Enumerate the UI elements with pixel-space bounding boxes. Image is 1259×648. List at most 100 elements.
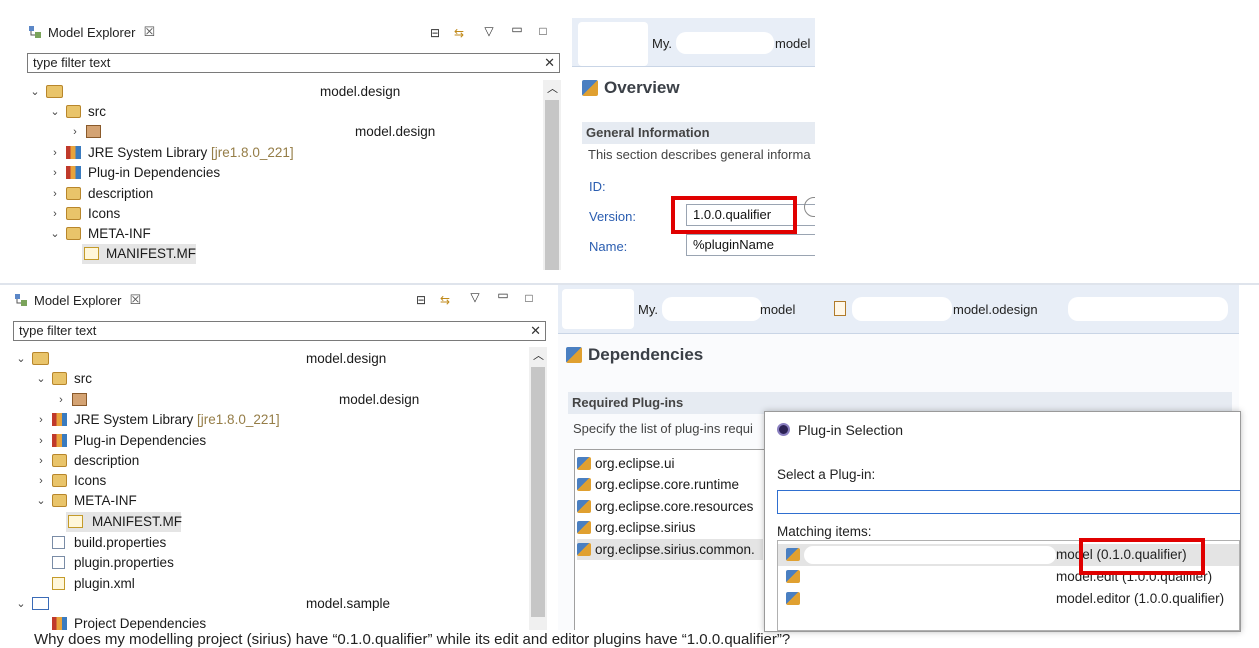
redacted-region [676,32,774,54]
section-description: This section describes general informa [588,147,811,162]
section-description: Specify the list of plug-ins requi [573,421,753,436]
chevron-down-icon[interactable]: ⌄ [30,82,40,102]
list-item-label: org.eclipse.sirius.common. [595,542,755,557]
minimize-icon[interactable]: ▭ [510,22,524,36]
link-with-editor-icon[interactable]: ⇆ [452,26,466,40]
manifest-file-icon [84,247,99,260]
list-item[interactable]: org.eclipse.ui [577,453,675,474]
chevron-right-icon[interactable]: › [36,471,46,491]
tree-item-package[interactable]: › model.design [56,390,456,410]
tree-item-sample-project[interactable]: ⌄ model.sample [16,594,516,614]
redacted-region [70,84,320,100]
scrollbar-thumb[interactable] [545,100,559,270]
tab-label: My. [652,36,672,51]
chevron-down-icon[interactable]: ⌄ [16,594,26,614]
chevron-right-icon[interactable]: › [36,431,46,451]
plugin-search-input[interactable] [777,490,1240,514]
list-item[interactable]: org.eclipse.sirius.common. [577,539,763,560]
tree-item-project[interactable]: ⌄ model.design [30,82,530,102]
view-title[interactable]: Model Explorer ☒ [28,24,155,40]
tab-label-suffix: model [775,36,811,51]
chevron-right-icon[interactable]: › [50,163,60,183]
required-plugins-list[interactable]: org.eclipse.ui org.eclipse.core.runtime … [574,449,766,630]
library-icon [52,617,67,630]
vertical-scrollbar[interactable]: ︿ [529,347,547,630]
tree-item-text: JRE System Library [jre1.8.0_221] [88,143,294,163]
chevron-down-icon[interactable]: ⌄ [16,349,26,369]
chevron-right-icon[interactable]: › [36,410,46,430]
tree-item-project[interactable]: ⌄ model.design [16,349,516,369]
tree-item-label: META-INF [74,493,137,508]
chevron-right-icon[interactable]: › [70,122,80,142]
plugin-xml-icon [52,577,65,590]
scrollbar-thumb[interactable] [531,367,545,617]
editor-tab[interactable]: My. model [572,22,815,66]
folder-icon [52,454,67,467]
filter-input[interactable]: type filter text ✕ [13,321,546,341]
list-item[interactable]: org.eclipse.sirius [577,517,696,538]
filter-input[interactable]: type filter text ✕ [27,53,560,73]
close-icon[interactable]: ☒ [143,24,155,40]
redacted-region [562,289,634,329]
chevron-right-icon[interactable]: › [50,143,60,163]
tree-item-label: META-INF [88,226,151,241]
section-title: General Information [582,122,815,144]
view-menu-icon[interactable]: ▽ [468,290,482,304]
clear-filter-icon[interactable]: ✕ [544,54,555,72]
clear-filter-icon[interactable]: ✕ [530,322,541,340]
tree-item-label: JRE System Library [74,412,194,427]
scroll-up-icon[interactable]: ︿ [547,80,558,96]
editor-tabs: My. model model.odesign [558,285,1239,334]
link-with-editor-icon[interactable]: ⇆ [438,293,452,307]
model-explorer-view: Model Explorer ☒ ⊟ ⇆ ▽ ▭ □ type filter t… [22,18,567,270]
close-icon[interactable]: ☒ [129,292,141,308]
properties-file-icon [52,556,65,569]
tree-item-label: MANIFEST.MF [92,514,182,529]
vertical-scrollbar[interactable]: ︿ [543,80,561,270]
view-menu-icon[interactable]: ▽ [482,24,496,38]
highlight-box [671,196,797,234]
maximize-icon[interactable]: □ [536,24,550,38]
tab-label[interactable]: model.odesign [953,302,1038,317]
chevron-right-icon[interactable]: › [56,390,66,410]
view-title[interactable]: Model Explorer ☒ [14,292,141,308]
package-icon [86,125,101,138]
redacted-region [578,22,648,66]
tab-label[interactable]: My. [638,302,658,317]
id-label: ID: [589,179,606,194]
tree-item-label: model.sample [306,596,391,611]
page-heading: Overview [582,78,680,98]
list-item[interactable]: model.editor (1.0.0.qualifier) [778,588,1239,610]
folder-open-icon [66,227,81,240]
redacted-region [1068,297,1228,321]
chevron-right-icon[interactable]: › [50,184,60,204]
tree-item-label: description [88,186,154,201]
tree-item-manifest[interactable]: MANIFEST.MF [66,512,182,532]
chevron-down-icon[interactable]: ⌄ [36,369,46,389]
library-icon [66,166,81,179]
dialog-titlebar[interactable]: Plug-in Selection [765,412,1240,448]
list-item[interactable]: org.eclipse.core.runtime [577,474,739,495]
list-item[interactable]: org.eclipse.core.resources [577,496,753,517]
view-title-label: Model Explorer [48,24,136,40]
chevron-right-icon[interactable]: › [50,204,60,224]
filter-placeholder: type filter text [19,323,97,338]
chevron-down-icon[interactable]: ⌄ [36,491,46,511]
maximize-icon[interactable]: □ [522,291,536,305]
minimize-icon[interactable]: ▭ [496,288,510,302]
chevron-down-icon[interactable]: ⌄ [50,224,60,244]
collapse-all-icon[interactable]: ⊟ [414,293,428,307]
dependencies-icon [566,347,582,363]
tree-item-label: description [74,453,140,468]
chevron-right-icon[interactable]: › [36,451,46,471]
tree-item-manifest[interactable]: MANIFEST.MF [82,244,196,264]
collapse-all-icon[interactable]: ⊟ [428,26,442,40]
redacted-region [662,297,762,321]
name-field[interactable]: %pluginName [686,234,815,256]
top-screenshot: Model Explorer ☒ ⊟ ⇆ ▽ ▭ □ type filter t… [0,0,1259,283]
dialog-title: Plug-in Selection [798,422,904,438]
tree-item-package[interactable]: › model.design [70,122,470,142]
chevron-down-icon[interactable]: ⌄ [50,102,60,122]
scroll-up-icon[interactable]: ︿ [533,347,544,363]
plugin-icon [577,500,591,513]
